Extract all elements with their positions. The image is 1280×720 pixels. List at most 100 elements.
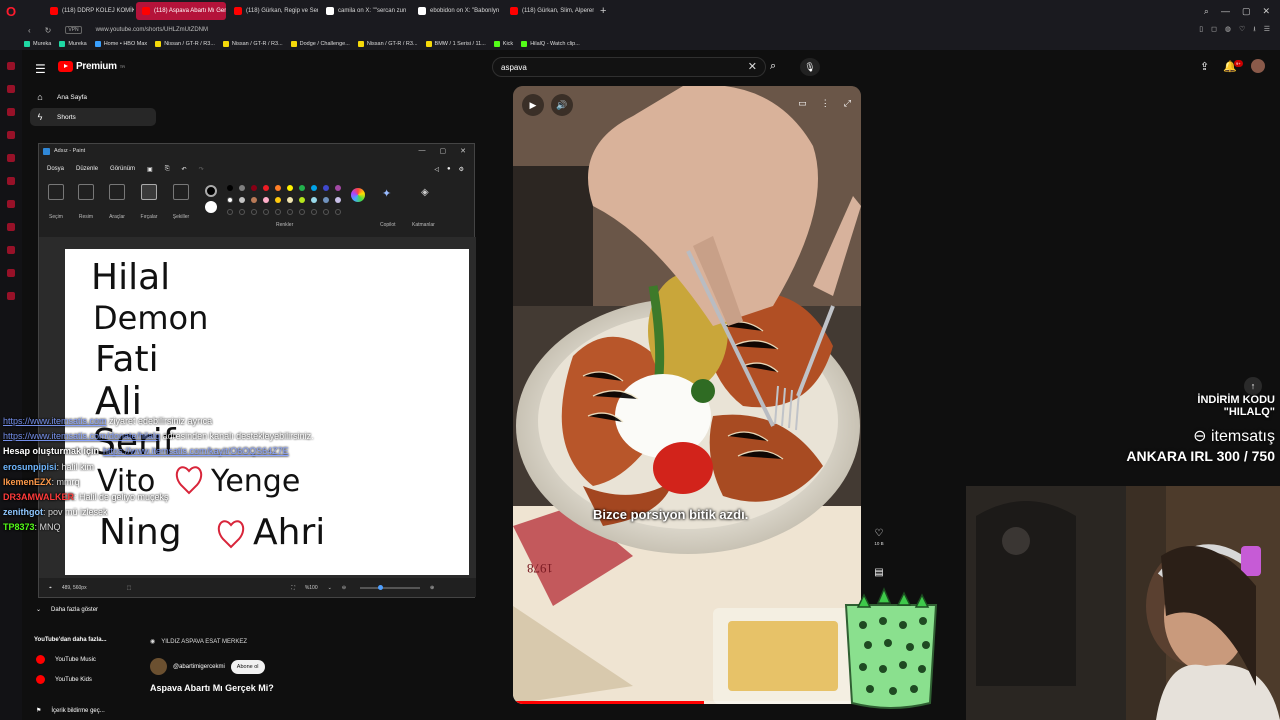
feedback-icon[interactable]: ◁ [434, 166, 439, 173]
chat-username[interactable]: IkemenEZX [3, 477, 52, 487]
palette-color-swatch[interactable] [323, 197, 329, 203]
sidebar-app-icon[interactable] [7, 200, 15, 208]
chat-username[interactable]: TP8373 [3, 522, 35, 532]
custom-color-slot[interactable] [335, 209, 341, 215]
menu-icon[interactable]: ☰ [1264, 25, 1270, 36]
browser-tab[interactable]: ebobidon on X: "Babonlyn✕ [412, 2, 502, 20]
shorts-video-player[interactable]: 1978 ▶ 🔊 ▭ ⋮ ⤢ Bizce porsiyon bitik azdı… [513, 86, 861, 704]
bookmark-item[interactable]: Nissan / GT-R / R3... [155, 41, 215, 47]
custom-color-slot[interactable] [323, 209, 329, 215]
reload-icon[interactable]: ↻ [45, 26, 52, 35]
zoom-level[interactable]: %100 [305, 585, 318, 591]
chat-link[interactable]: https://www.itemsatis.com/donate/hilalq [3, 431, 160, 441]
bookmark-item[interactable]: Home • HBO Max [94, 41, 147, 47]
like-button[interactable]: ♡ 10 B [869, 528, 889, 546]
sidebar-app-icon[interactable] [7, 154, 15, 162]
sidebar-app-icon[interactable] [7, 62, 15, 70]
back-icon[interactable]: ‹ [28, 26, 31, 35]
sidebar-app-icon[interactable] [7, 246, 15, 254]
chat-username[interactable]: DR3AMWALKER [3, 492, 74, 502]
sidebar-item-report[interactable]: ⚑ İçerik bildirme geç... [36, 707, 105, 715]
tool-brushes[interactable]: Fırçalar [138, 184, 160, 220]
redo-icon[interactable]: ↷ [199, 166, 204, 173]
bookmark-item[interactable]: Mureka [24, 41, 51, 47]
sidebar-item-youtube-music[interactable]: YouTube Music [36, 655, 96, 664]
zoom-out-icon[interactable]: ⊖ [342, 585, 346, 591]
tool-image[interactable]: Resim [75, 184, 97, 220]
zoom-in-icon[interactable]: ⊕ [430, 585, 434, 591]
custom-color-slot[interactable] [227, 209, 233, 215]
heart-icon[interactable]: ♡ [1239, 25, 1245, 36]
zoom-dropdown-icon[interactable]: ⌄ [328, 585, 332, 591]
palette-color-swatch[interactable] [227, 197, 233, 203]
captions-icon[interactable]: ▭ [798, 98, 807, 109]
browser-tab[interactable]: (118) Gürkan, Regip ve Sen✕ [228, 2, 318, 20]
palette-color-swatch[interactable] [239, 197, 245, 203]
tool-shapes[interactable]: Şekiller [170, 184, 192, 220]
custom-color-slot[interactable] [287, 209, 293, 215]
clear-search-icon[interactable]: ✕ [748, 60, 757, 73]
custom-color-slot[interactable] [251, 209, 257, 215]
channel-avatar[interactable] [150, 658, 167, 675]
sidebar-app-icon[interactable] [7, 131, 15, 139]
bookmark-item[interactable]: Dodge / Challenge... [290, 41, 350, 47]
browser-tab[interactable]: (118) Aspava Abartı Mı Ger✕ [136, 2, 226, 20]
browser-tab[interactable]: camila on X: ""sercan zun✕ [320, 2, 410, 20]
undo-icon[interactable]: ↶ [182, 166, 187, 173]
snapshot-icon[interactable]: ◻ [1211, 25, 1217, 36]
channel-handle[interactable]: @abartimigercekmi [173, 664, 225, 670]
custom-color-slot[interactable] [275, 209, 281, 215]
search-icon[interactable]: ⌕ [770, 60, 776, 73]
save-icon[interactable]: ▣ [147, 166, 153, 173]
palette-color-swatch[interactable] [311, 197, 317, 203]
url-field[interactable]: www.youtube.com/shorts/UHLZmUtZDNM [96, 27, 208, 33]
palette-color-swatch[interactable] [287, 185, 293, 191]
layers-icon[interactable]: ◈ [421, 187, 429, 198]
download-icon[interactable]: ⭳ [1253, 25, 1255, 36]
palette-color-swatch[interactable] [299, 185, 305, 191]
microphone-icon[interactable]: 🎙 [800, 58, 820, 76]
settings-gear-icon[interactable]: ⚙ [459, 166, 464, 173]
palette-color-swatch[interactable] [251, 197, 257, 203]
zoom-slider[interactable] [360, 584, 421, 590]
easy-setup-icon[interactable]: ◍ [1225, 25, 1231, 36]
chat-link[interactable]: https://www.itemsatis.com [3, 416, 107, 426]
maximize-icon[interactable]: ▢ [440, 147, 447, 155]
sidebar-item-youtube-kids[interactable]: YouTube Kids [36, 675, 92, 684]
minimize-icon[interactable]: — [1221, 6, 1230, 17]
custom-color-slot[interactable] [299, 209, 305, 215]
more-options-icon[interactable]: ⋮ [821, 98, 830, 109]
bookmark-item[interactable]: Nissan / GT-R / R3... [357, 41, 418, 47]
bookmark-icon[interactable]: ▯ [1199, 25, 1203, 36]
vpn-badge[interactable]: VPN [65, 26, 82, 34]
palette-color-swatch[interactable] [239, 185, 245, 191]
close-icon[interactable]: ✕ [1262, 6, 1270, 17]
palette-color-swatch[interactable] [251, 185, 257, 191]
minimize-icon[interactable]: — [419, 147, 426, 155]
avatar[interactable] [1250, 59, 1265, 73]
menu-edit[interactable]: Düzenle [76, 166, 98, 172]
sidebar-app-icon[interactable] [7, 108, 15, 116]
primary-color-swatch[interactable] [205, 185, 217, 197]
palette-color-swatch[interactable] [335, 185, 341, 191]
chat-username[interactable]: zenithgot [3, 507, 43, 517]
youtube-logo[interactable]: Premium TR [58, 61, 125, 72]
subscribe-button[interactable]: Abone ol [230, 659, 265, 674]
sidebar-app-icon[interactable] [7, 85, 15, 93]
search-input[interactable]: aspava ✕ [492, 57, 766, 77]
palette-color-swatch[interactable] [287, 197, 293, 203]
bookmark-item[interactable]: Mureka [59, 41, 87, 47]
bookmark-item[interactable]: Nissan / GT-R / R3... [222, 41, 283, 47]
palette-color-swatch[interactable] [263, 185, 269, 191]
play-icon[interactable]: ▶ [522, 94, 544, 116]
volume-icon[interactable]: 🔊 [551, 94, 573, 116]
tool-tools[interactable]: Araçlar [106, 184, 128, 220]
secondary-color-swatch[interactable] [205, 201, 217, 213]
location-tag[interactable]: ◉ YILDIZ ASPAVA ESAT MERKEZ [150, 638, 247, 646]
custom-color-slot[interactable] [239, 209, 245, 215]
menu-view[interactable]: Görünüm [110, 166, 135, 172]
fit-screen-icon[interactable]: ⛶ [291, 585, 295, 591]
tool-selection[interactable]: Seçim [45, 184, 67, 220]
upload-icon[interactable]: ⇪ [1200, 60, 1209, 73]
maximize-icon[interactable]: ▢ [1242, 6, 1251, 17]
